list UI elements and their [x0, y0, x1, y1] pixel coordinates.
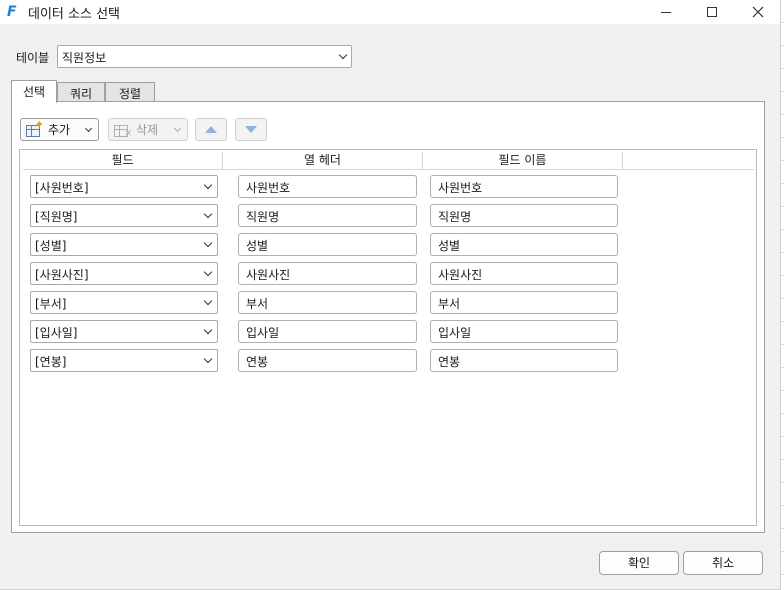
column-header-field[interactable]: 필드 [23, 152, 223, 170]
app-logo-icon: F [7, 4, 17, 20]
chevron-down-icon [203, 354, 213, 364]
column-header-input[interactable]: 사원사진 [238, 262, 417, 285]
column-header-input[interactable]: 성별 [238, 233, 417, 256]
column-header-empty [623, 152, 754, 170]
minimize-icon [661, 11, 671, 13]
field-name-input[interactable]: 연봉 [430, 349, 618, 372]
field-name-input[interactable]: 입사일 [430, 320, 618, 343]
field-select-value: [사원번호] [35, 181, 89, 195]
field-name-input[interactable]: 성별 [430, 233, 618, 256]
field-grid: 필드 열 헤더 필드 이름 [사원번호] 사원번호 사원번호 [직원명] 직원명… [19, 149, 757, 526]
field-name-input[interactable]: 사원사진 [430, 262, 618, 285]
field-name-input[interactable]: 사원번호 [430, 175, 618, 198]
add-table-icon: ✦ [26, 119, 44, 137]
table-row: [성별] 성별 성별 [20, 233, 740, 257]
chevron-down-icon [203, 180, 213, 190]
column-header-field-name[interactable]: 필드 이름 [423, 152, 623, 170]
field-select-value: [입사일] [35, 326, 78, 340]
table-row: [사원번호] 사원번호 사원번호 [20, 175, 740, 199]
table-row: [입사일] 입사일 입사일 [20, 320, 740, 344]
tab-query-label: 쿼리 [69, 87, 93, 101]
add-field-label: 추가 [48, 123, 71, 137]
grid-header: 필드 열 헤더 필드 이름 [23, 152, 754, 170]
column-header-col-header[interactable]: 열 헤더 [223, 152, 423, 170]
tab-select[interactable]: 선택 [11, 80, 57, 103]
tab-sort-label: 정렬 [118, 87, 142, 101]
maximize-icon [707, 7, 717, 17]
table-select[interactable]: 직원정보 [57, 45, 352, 68]
cancel-button[interactable]: 취소 [683, 551, 763, 575]
table-row: [연봉] 연봉 연봉 [20, 349, 740, 373]
field-select[interactable]: [사원번호] [30, 175, 218, 198]
dialog-window: F 데이터 소스 선택 테이블 직원정보 선택 쿼리 정렬 ✦ 추가 ✕ 삭제 … [0, 0, 784, 590]
chevron-down-icon [203, 238, 213, 248]
chevron-down-icon [203, 209, 213, 219]
minimize-button[interactable] [643, 0, 689, 24]
delete-table-icon: ✕ [114, 123, 132, 138]
field-name-input[interactable]: 부서 [430, 291, 618, 314]
table-label: 테이블 [16, 51, 50, 65]
close-icon [752, 6, 764, 18]
tab-panel-select: ✦ 추가 ✕ 삭제 필드 열 헤더 필드 이름 [사원번호] 사원번호 사원번호… [11, 101, 765, 533]
field-name-input[interactable]: 직원명 [430, 204, 618, 227]
move-up-button[interactable] [195, 118, 227, 141]
field-select[interactable]: [연봉] [30, 349, 218, 372]
field-select-value: [성별] [35, 239, 67, 253]
chevron-down-icon [173, 124, 182, 133]
tab-sort[interactable]: 정렬 [105, 82, 155, 102]
chevron-down-icon [338, 50, 348, 60]
column-header-input[interactable]: 입사일 [238, 320, 417, 343]
add-field-button[interactable]: ✦ 추가 [20, 118, 99, 141]
ok-button[interactable]: 확인 [599, 551, 679, 575]
arrow-down-icon [245, 126, 257, 133]
field-select[interactable]: [부서] [30, 291, 218, 314]
tab-select-label: 선택 [22, 85, 46, 99]
table-row: [직원명] 직원명 직원명 [20, 204, 740, 228]
column-header-input[interactable]: 직원명 [238, 204, 417, 227]
table-select-value: 직원정보 [62, 51, 107, 65]
close-button[interactable] [735, 0, 781, 24]
field-select-value: [연봉] [35, 355, 67, 369]
tab-query[interactable]: 쿼리 [57, 82, 105, 102]
chevron-down-icon [203, 267, 213, 277]
field-select[interactable]: [직원명] [30, 204, 218, 227]
background-sheet-edge [780, 0, 784, 590]
field-select-value: [사원사진] [35, 268, 89, 282]
column-header-input[interactable]: 부서 [238, 291, 417, 314]
field-select[interactable]: [성별] [30, 233, 218, 256]
maximize-button[interactable] [689, 0, 735, 24]
column-header-input[interactable]: 연봉 [238, 349, 417, 372]
chevron-down-icon [84, 124, 93, 133]
window-title: 데이터 소스 선택 [28, 6, 120, 22]
field-select[interactable]: [입사일] [30, 320, 218, 343]
field-select-value: [직원명] [35, 210, 78, 224]
chevron-down-icon [203, 325, 213, 335]
field-select[interactable]: [사원사진] [30, 262, 218, 285]
column-header-input[interactable]: 사원번호 [238, 175, 417, 198]
chevron-down-icon [203, 296, 213, 306]
move-down-button[interactable] [235, 118, 267, 141]
table-row: [사원사진] 사원사진 사원사진 [20, 262, 740, 286]
table-row: [부서] 부서 부서 [20, 291, 740, 315]
delete-field-label: 삭제 [136, 123, 159, 137]
field-select-value: [부서] [35, 297, 67, 311]
delete-field-button[interactable]: ✕ 삭제 [108, 118, 188, 141]
title-bar: F 데이터 소스 선택 [0, 0, 780, 24]
arrow-up-icon [205, 126, 217, 133]
